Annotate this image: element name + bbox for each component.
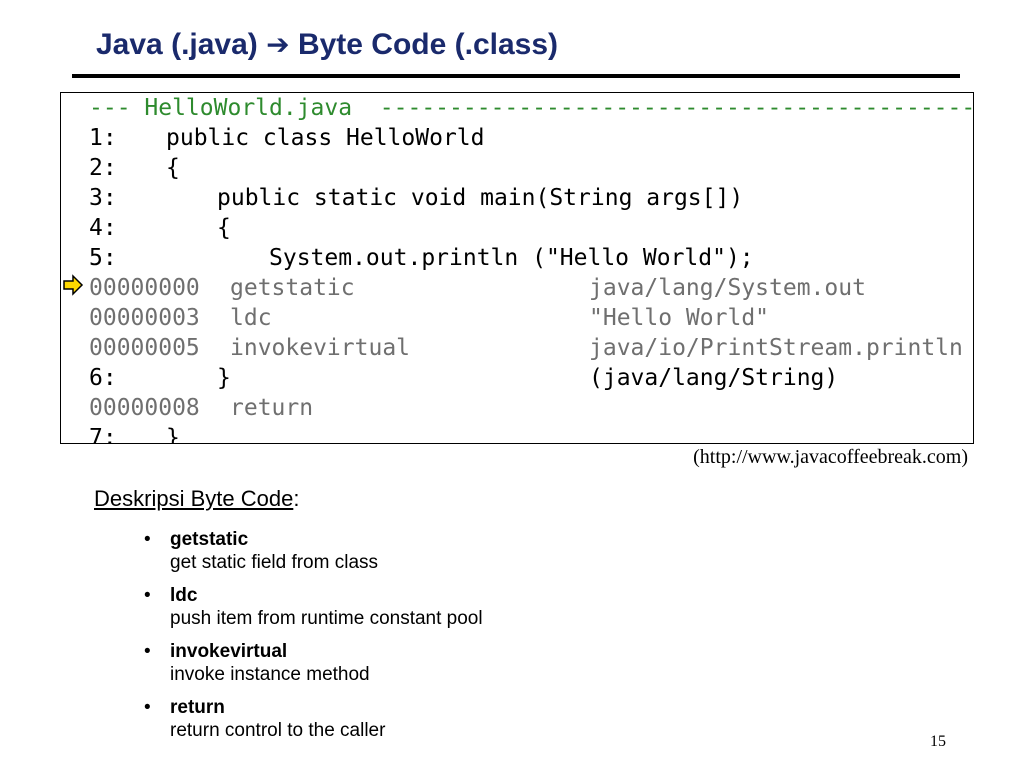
line-text: { <box>166 155 180 181</box>
bytecode-offset: 00000000 <box>89 275 200 301</box>
line-text: } <box>166 425 180 444</box>
bytecode-offset: 00000003 <box>89 305 200 331</box>
list-item: • return return control to the caller <box>144 696 748 742</box>
code-listing: --- HelloWorld.java --------------------… <box>60 92 974 444</box>
line-number: 7: <box>89 425 117 444</box>
line-text: { <box>217 215 231 241</box>
line-number: 2: <box>89 155 117 181</box>
section-heading-colon: : <box>293 486 300 511</box>
source-reference: (http://www.javacoffeebreak.com) <box>693 446 968 468</box>
title-right: Byte Code (.class) <box>297 28 559 61</box>
line-annotation: (java/lang/String) <box>589 365 839 391</box>
code-line: 7: } <box>89 423 180 444</box>
title-left: Java (.java) <box>96 28 258 61</box>
bytecode-term: invokevirtual <box>170 641 288 662</box>
bytecode-term: ldc <box>170 585 198 606</box>
bytecode-line: 00000008 return <box>89 393 313 423</box>
bytecode-operand: java/lang/System.out <box>589 275 866 301</box>
bytecode-opcode: getstatic <box>230 275 355 301</box>
code-line: 4: { <box>89 213 231 243</box>
line-number: 3: <box>89 185 117 211</box>
bytecode-desc: invoke instance method <box>170 664 370 685</box>
bytecode-description-list: • getstatic get static field from class … <box>144 528 748 752</box>
bytecode-opcode: invokevirtual <box>230 335 411 361</box>
list-item: • ldc push item from runtime constant po… <box>144 584 748 630</box>
bytecode-line: 00000000 getstatic java/lang/System.out <box>89 273 866 303</box>
bullet-icon: • <box>144 529 151 550</box>
list-item: • invokevirtual invoke instance method <box>144 640 748 686</box>
bytecode-operand: java/io/PrintStream.println <box>589 335 963 361</box>
line-number: 6: <box>89 365 117 391</box>
line-text: public class HelloWorld <box>166 125 485 151</box>
bytecode-desc: push item from runtime constant pool <box>170 608 483 629</box>
bullet-icon: • <box>144 697 151 718</box>
bytecode-term: getstatic <box>170 529 249 550</box>
bytecode-desc: return control to the caller <box>170 720 386 741</box>
code-line: 6: } (java/lang/String) <box>89 363 838 393</box>
bytecode-offset: 00000008 <box>89 395 200 421</box>
code-line: 2: { <box>89 153 180 183</box>
right-arrow-icon: ➔ <box>266 28 290 61</box>
section-heading: Deskripsi Byte Code: <box>94 486 299 512</box>
list-item: • getstatic get static field from class <box>144 528 748 574</box>
line-text: System.out.println ("Hello World"); <box>269 245 754 271</box>
bullet-icon: • <box>144 641 151 662</box>
page-number: 15 <box>930 733 946 750</box>
code-line: 1: public class HelloWorld <box>89 123 485 153</box>
bytecode-opcode: return <box>230 395 314 421</box>
bytecode-line: 00000003 ldc "Hello World" <box>89 303 769 333</box>
line-text: public static void main(String args[]) <box>217 185 744 211</box>
bullet-icon: • <box>144 585 151 606</box>
code-line: 5: System.out.println ("Hello World"); <box>89 243 754 273</box>
bytecode-operand: "Hello World" <box>589 305 770 331</box>
line-text: } <box>217 365 231 391</box>
execution-pointer-icon <box>63 274 84 296</box>
section-heading-text: Deskripsi Byte Code <box>94 486 294 511</box>
line-number: 4: <box>89 215 117 241</box>
code-line: 3: public static void main(String args[]… <box>89 183 743 213</box>
bytecode-term: return <box>170 697 225 718</box>
bytecode-offset: 00000005 <box>89 335 200 361</box>
bytecode-line: 00000005 invokevirtual java/io/PrintStre… <box>89 333 963 363</box>
line-number: 5: <box>89 245 117 271</box>
slide-title: Java (.java) ➔ Byte Code (.class) <box>96 28 558 62</box>
bytecode-desc: get static field from class <box>170 552 379 573</box>
title-divider <box>72 74 960 78</box>
bytecode-opcode: ldc <box>230 305 272 331</box>
code-header: --- HelloWorld.java --------------------… <box>89 95 974 121</box>
line-number: 1: <box>89 125 117 151</box>
